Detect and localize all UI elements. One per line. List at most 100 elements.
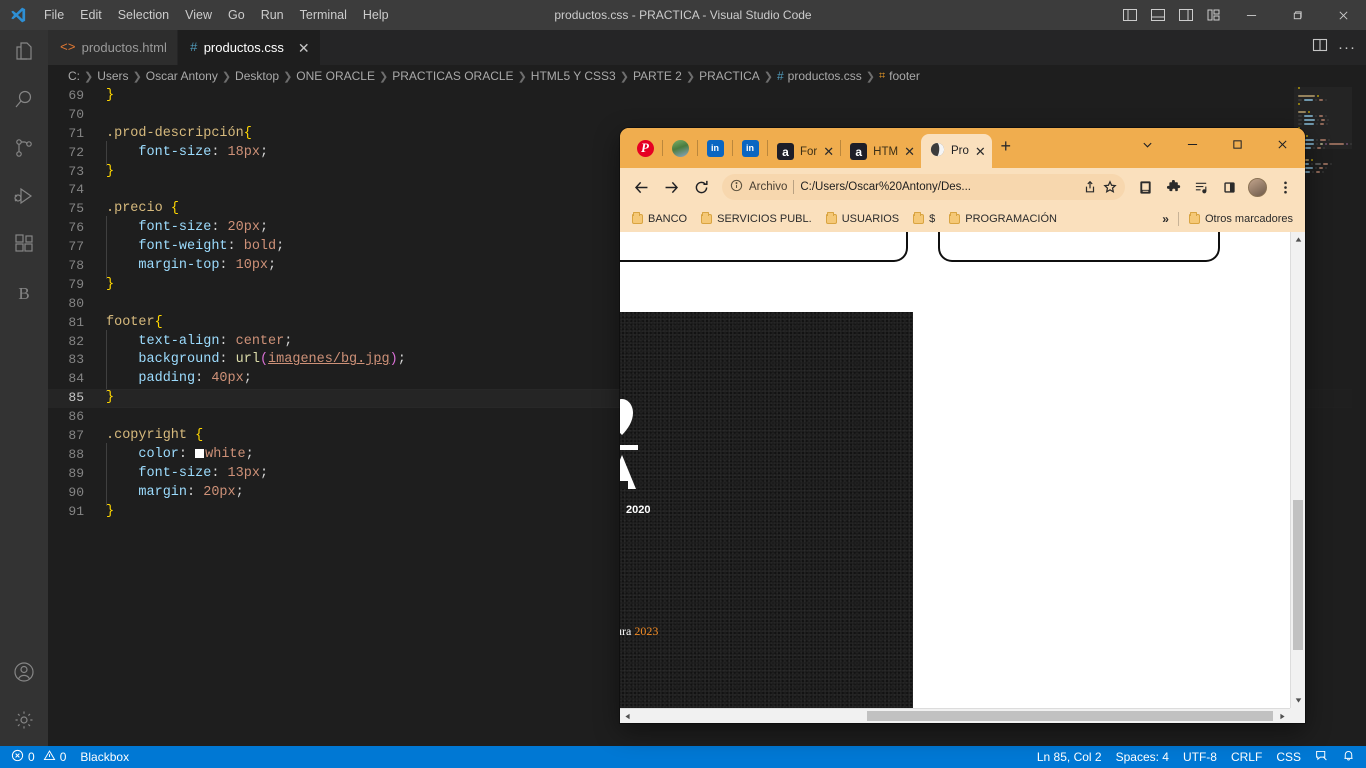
window-close-button[interactable] bbox=[1320, 0, 1366, 30]
reading-mode-icon[interactable] bbox=[1133, 175, 1157, 199]
window-maximize-button[interactable] bbox=[1274, 0, 1320, 30]
chrome-tab-productos[interactable]: Pro ✕ bbox=[920, 134, 992, 168]
tab-close-icon[interactable]: ✕ bbox=[904, 145, 915, 158]
code-text[interactable]: text-align: center; bbox=[106, 329, 292, 355]
split-editor-icon[interactable] bbox=[1312, 37, 1328, 58]
toggle-primary-sidebar-icon[interactable] bbox=[1116, 0, 1144, 30]
breadcrumb-item-1[interactable]: Users bbox=[97, 69, 128, 83]
status-language-mode[interactable]: CSS bbox=[1269, 746, 1308, 768]
code-line[interactable]: 70 bbox=[48, 106, 1366, 125]
menu-help[interactable]: Help bbox=[355, 0, 397, 30]
breadcrumb-item-2[interactable]: Oscar Antony bbox=[146, 69, 218, 83]
chrome-tab-html[interactable]: a HTM ✕ bbox=[841, 135, 921, 168]
menu-selection[interactable]: Selection bbox=[110, 0, 177, 30]
window-minimize-button[interactable] bbox=[1228, 0, 1274, 30]
code-text[interactable]: .prod-descripción{ bbox=[106, 125, 252, 144]
tab-search-chevron-down-icon[interactable] bbox=[1125, 128, 1170, 160]
tab-close-icon[interactable]: ✕ bbox=[823, 145, 834, 158]
share-icon[interactable] bbox=[1083, 180, 1097, 194]
bookmark-star-icon[interactable] bbox=[1103, 180, 1117, 194]
code-text[interactable]: } bbox=[106, 503, 114, 522]
bookmark-other-bookmarks[interactable]: Otros marcadores bbox=[1183, 211, 1299, 227]
activitybar-blackbox[interactable]: B bbox=[0, 270, 48, 318]
scroll-right-arrow-icon[interactable] bbox=[1275, 713, 1290, 720]
code-text[interactable]: color: white; bbox=[106, 442, 254, 468]
breadcrumb-item-8[interactable]: PRACTICA bbox=[699, 69, 760, 83]
chrome-close-button[interactable] bbox=[1260, 128, 1305, 160]
scroll-down-arrow-icon[interactable] bbox=[1291, 693, 1305, 708]
menu-terminal[interactable]: Terminal bbox=[292, 0, 355, 30]
bookmark-banco[interactable]: BANCO bbox=[626, 211, 693, 227]
code-text[interactable]: font-size: 20px; bbox=[106, 216, 268, 242]
bookmark-servicios-publ[interactable]: SERVICIOS PUBL. bbox=[695, 211, 818, 227]
menu-go[interactable]: Go bbox=[220, 0, 253, 30]
tab-productos-html[interactable]: <> productos.html bbox=[48, 30, 178, 65]
status-blackbox[interactable]: Blackbox bbox=[73, 746, 136, 768]
extensions-puzzle-icon[interactable] bbox=[1161, 175, 1185, 199]
overview-ruler[interactable] bbox=[1352, 87, 1366, 746]
code-text[interactable]: background: url(imagenes/bg.jpg); bbox=[106, 348, 406, 374]
menu-bar[interactable]: File Edit Selection View Go Run Terminal… bbox=[36, 0, 397, 30]
breadcrumb-item-3[interactable]: Desktop bbox=[235, 69, 279, 83]
code-text[interactable]: .copyright { bbox=[106, 427, 203, 446]
breadcrumb-item-4[interactable]: ONE ORACLE bbox=[296, 69, 375, 83]
bookmarks-overflow-button[interactable]: » bbox=[1157, 210, 1174, 228]
code-text[interactable]: } bbox=[106, 389, 114, 408]
info-icon[interactable] bbox=[730, 179, 743, 195]
code-text[interactable]: footer{ bbox=[106, 314, 163, 333]
code-text[interactable]: font-size: 18px; bbox=[106, 140, 268, 166]
breadcrumb-file[interactable]: # productos.css bbox=[777, 69, 862, 83]
tab-close-icon[interactable]: ✕ bbox=[298, 41, 310, 55]
url-text[interactable]: C:/Users/Oscar%20Antony/Des... bbox=[800, 181, 1077, 193]
code-text[interactable]: padding: 40px; bbox=[106, 367, 252, 393]
code-text[interactable]: margin-top: 10px; bbox=[106, 254, 276, 279]
code-text[interactable]: } bbox=[106, 87, 114, 106]
status-eol[interactable]: CRLF bbox=[1224, 746, 1269, 768]
status-notifications[interactable] bbox=[1335, 746, 1362, 768]
status-problems[interactable]: 0 0 bbox=[4, 746, 73, 768]
code-text[interactable]: font-weight: bold; bbox=[106, 235, 284, 260]
code-text[interactable]: font-size: 13px; bbox=[106, 461, 268, 487]
side-panel-icon[interactable] bbox=[1217, 175, 1241, 199]
status-encoding[interactable]: UTF-8 bbox=[1176, 746, 1224, 768]
toggle-secondary-sidebar-icon[interactable] bbox=[1172, 0, 1200, 30]
menu-file[interactable]: File bbox=[36, 0, 72, 30]
reload-button[interactable] bbox=[688, 174, 714, 200]
chrome-maximize-button[interactable] bbox=[1215, 128, 1260, 160]
product-card-right[interactable] bbox=[938, 232, 1220, 262]
activitybar-explorer[interactable] bbox=[0, 30, 48, 78]
breadcrumb-item-7[interactable]: PARTE 2 bbox=[633, 69, 682, 83]
toggle-panel-icon[interactable] bbox=[1144, 0, 1172, 30]
chrome-minimize-button[interactable] bbox=[1170, 128, 1215, 160]
product-card-left[interactable] bbox=[620, 232, 908, 262]
activitybar-source-control[interactable] bbox=[0, 126, 48, 174]
menu-edit[interactable]: Edit bbox=[72, 0, 110, 30]
activitybar-accounts[interactable] bbox=[0, 650, 48, 698]
horizontal-scroll-thumb[interactable] bbox=[867, 711, 1273, 721]
profile-avatar[interactable] bbox=[1245, 175, 1269, 199]
scroll-left-arrow-icon[interactable] bbox=[620, 713, 635, 720]
menu-run[interactable]: Run bbox=[253, 0, 292, 30]
bookmark-programacion[interactable]: PROGRAMACIÓN bbox=[943, 211, 1063, 227]
status-indentation[interactable]: Spaces: 4 bbox=[1109, 746, 1176, 768]
code-line[interactable]: 69} bbox=[48, 87, 1366, 106]
activitybar-search[interactable] bbox=[0, 78, 48, 126]
code-text[interactable]: } bbox=[106, 276, 114, 295]
new-tab-button[interactable]: + bbox=[992, 133, 1020, 161]
menu-view[interactable]: View bbox=[177, 0, 220, 30]
breadcrumb-item-6[interactable]: HTML5 Y CSS3 bbox=[531, 69, 616, 83]
code-text[interactable]: } bbox=[106, 163, 114, 182]
code-text[interactable]: .precio { bbox=[106, 200, 179, 219]
tab-productos-css[interactable]: # productos.css ✕ bbox=[177, 30, 321, 65]
status-cursor-position[interactable]: Ln 85, Col 2 bbox=[1030, 746, 1109, 768]
tab-close-icon[interactable]: ✕ bbox=[975, 145, 986, 158]
pinned-tab-profile[interactable] bbox=[663, 131, 697, 165]
chrome-menu-icon[interactable] bbox=[1273, 175, 1297, 199]
pinned-tab-linkedin-1[interactable]: in bbox=[698, 131, 732, 165]
reading-list-icon[interactable] bbox=[1189, 175, 1213, 199]
customize-layout-icon[interactable] bbox=[1200, 0, 1228, 30]
breadcrumb-item-0[interactable]: C: bbox=[68, 69, 80, 83]
forward-button[interactable] bbox=[658, 174, 684, 200]
page-horizontal-scrollbar[interactable] bbox=[620, 708, 1305, 723]
status-feedback[interactable] bbox=[1308, 746, 1335, 768]
